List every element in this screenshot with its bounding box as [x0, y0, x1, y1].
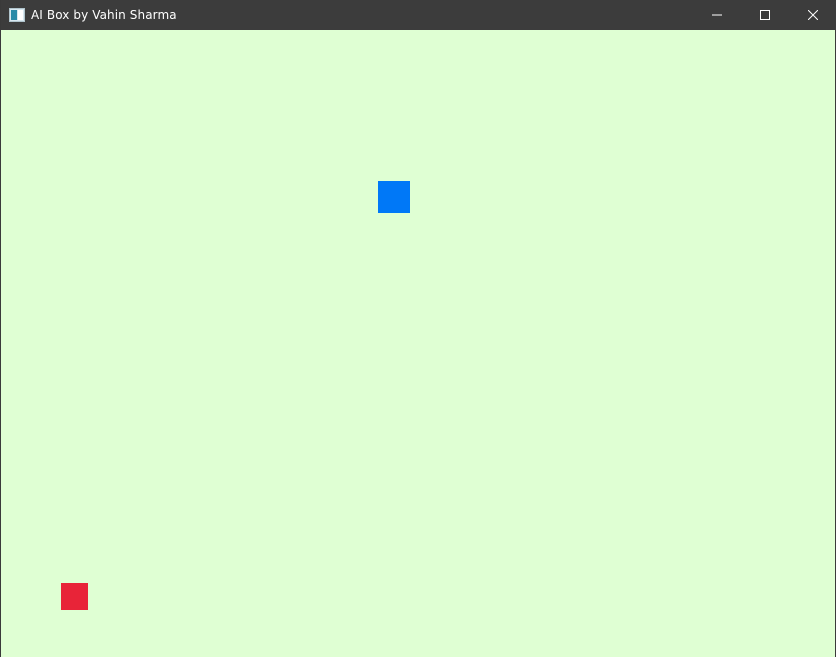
maximize-button[interactable] [741, 0, 789, 30]
close-button[interactable] [789, 0, 836, 30]
window-app-icon [9, 8, 25, 22]
game-canvas[interactable] [1, 30, 835, 657]
minimize-button[interactable] [693, 0, 741, 30]
title-bar[interactable]: AI Box by Vahin Sharma [1, 0, 836, 30]
app-window: AI Box by Vahin Sharma [0, 0, 836, 657]
minimize-icon [712, 10, 722, 20]
close-icon [808, 10, 818, 20]
red-box [61, 583, 88, 610]
maximize-icon [760, 10, 770, 20]
window-controls [693, 0, 836, 30]
window-title: AI Box by Vahin Sharma [31, 8, 177, 22]
blue-box [378, 181, 410, 213]
